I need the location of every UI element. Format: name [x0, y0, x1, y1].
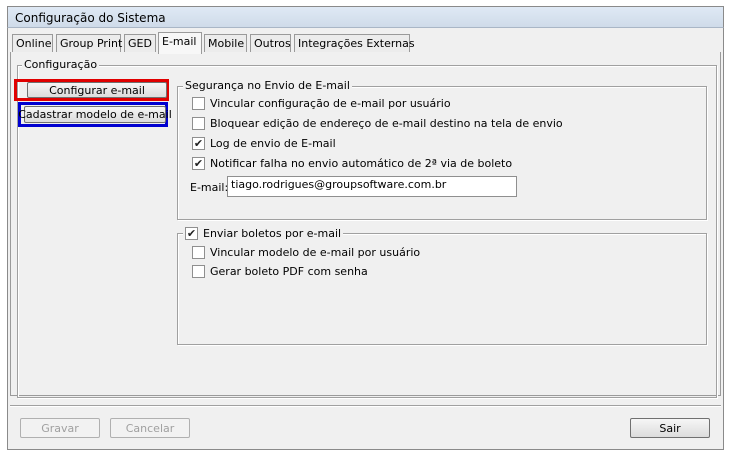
log-envio-checkbox[interactable]: ✔ [192, 137, 205, 150]
log-envio-label: Log de envio de E-mail [210, 137, 336, 150]
tab-outros[interactable]: Outros [250, 34, 291, 52]
tab-group-print[interactable]: Group Print [56, 34, 123, 52]
sair-button[interactable]: Sair [630, 418, 710, 438]
notificar-falha-checkbox[interactable]: ✔ [192, 157, 205, 170]
configurar-email-button[interactable]: Configurar e-mail [27, 82, 167, 98]
tab-label: Group Print [60, 37, 123, 50]
vincular-config-checkbox[interactable] [192, 97, 205, 110]
tab-label: GED [128, 37, 152, 50]
bloquear-edicao-label: Bloquear edição de endereço de e-mail de… [210, 117, 563, 130]
tab-label: Mobile [208, 37, 245, 50]
sair-label: Sair [659, 421, 681, 435]
tab-mobile[interactable]: Mobile [204, 34, 247, 52]
email-field[interactable]: tiago.rodrigues@groupsoftware.com.br [227, 176, 517, 197]
checkmark-icon: ✔ [193, 157, 204, 170]
tab-label: Online [16, 37, 52, 50]
cancelar-button[interactable]: Cancelar [110, 418, 190, 438]
email-field-label: E-mail: [190, 181, 229, 194]
title-bar: Configuração do Sistema [7, 6, 724, 28]
cancelar-label: Cancelar [125, 421, 175, 435]
enviar-boletos-checkbox[interactable]: ✔ [185, 227, 198, 240]
tab-label: Integrações Externas [298, 37, 415, 50]
tab-label: E-mail [162, 35, 197, 48]
checkmark-icon: ✔ [193, 137, 204, 150]
tab-e-mail[interactable]: E-mail [158, 32, 202, 54]
enviar-boletos-label: Enviar boletos por e-mail [203, 227, 342, 240]
config-group-legend: Configuração [22, 58, 100, 71]
tab-online[interactable]: Online [12, 34, 53, 52]
vincular-modelo-checkbox[interactable] [192, 246, 205, 259]
tab-ged[interactable]: GED [124, 34, 156, 52]
gerar-boleto-pdf-checkbox[interactable] [192, 265, 205, 278]
footer-separator [10, 405, 721, 407]
window-title: Configuração do Sistema [15, 11, 166, 25]
tab-label: Outros [254, 37, 291, 50]
security-group-legend: Segurança no Envio de E-mail [183, 79, 352, 92]
vincular-modelo-label: Vincular modelo de e-mail por usuário [210, 246, 421, 259]
gerar-boleto-pdf-label: Gerar boleto PDF com senha [210, 265, 368, 278]
vincular-config-label: Vincular configuração de e-mail por usuá… [210, 97, 451, 110]
gravar-label: Gravar [41, 421, 79, 435]
gravar-button[interactable]: Gravar [20, 418, 100, 438]
bloquear-edicao-checkbox[interactable] [192, 117, 205, 130]
cadastrar-modelo-label: Cadastrar modelo de e-mail [18, 108, 172, 121]
checkmark-icon: ✔ [186, 227, 197, 240]
email-field-value: tiago.rodrigues@groupsoftware.com.br [231, 178, 447, 191]
notificar-falha-label: Notificar falha no envio automático de 2… [210, 157, 513, 170]
configurar-email-label: Configurar e-mail [49, 83, 145, 97]
cadastrar-modelo-email-button[interactable]: Cadastrar modelo de e-mail [18, 106, 172, 123]
tab-integracoes-externas[interactable]: Integrações Externas [294, 34, 415, 52]
